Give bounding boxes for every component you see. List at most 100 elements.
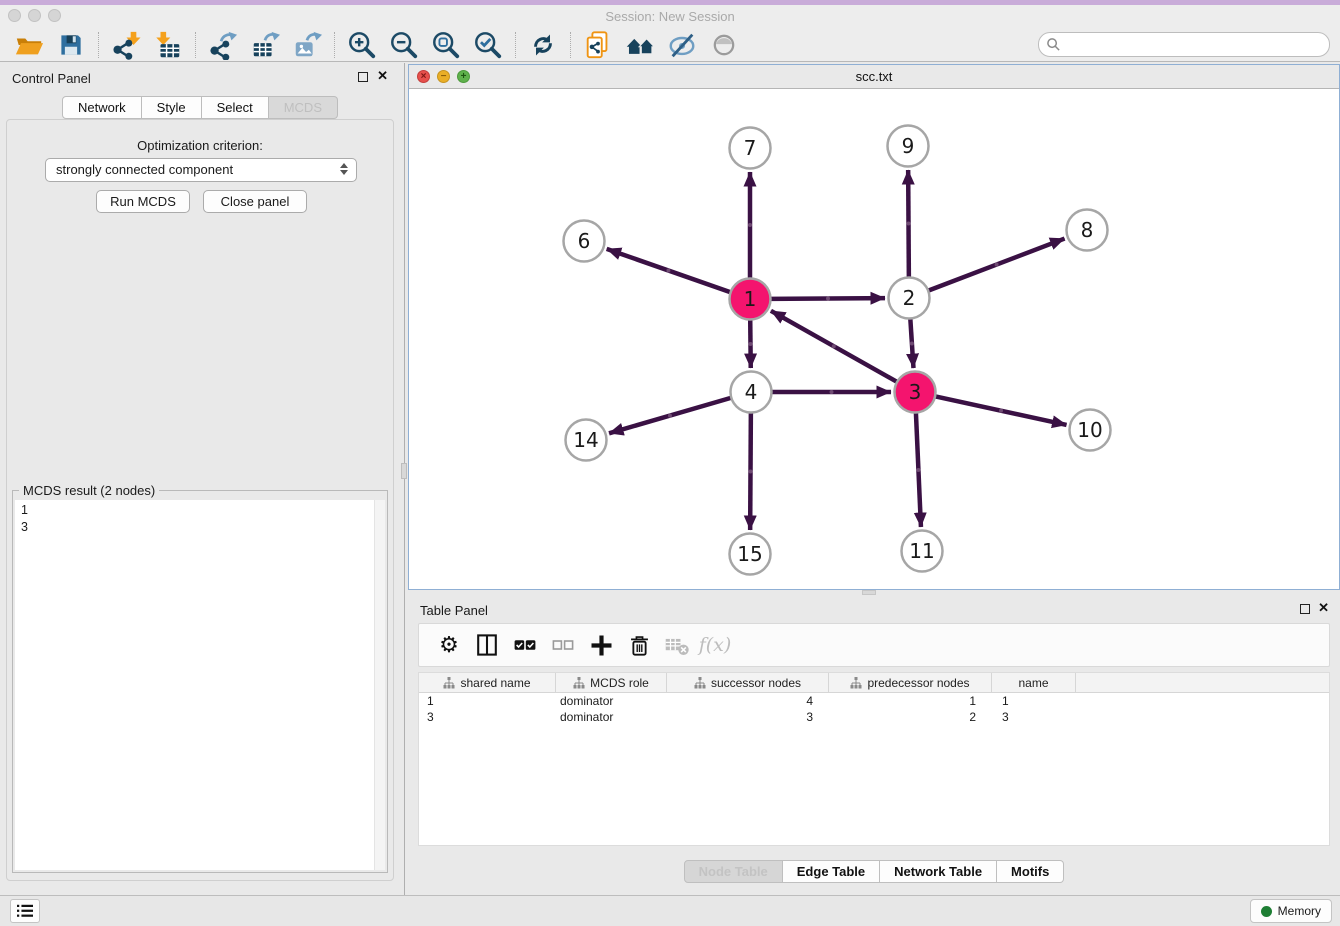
splitter-grip[interactable] bbox=[862, 590, 876, 595]
float-table-panel-button[interactable] bbox=[1300, 604, 1310, 614]
svg-text:9: 9 bbox=[902, 134, 915, 158]
tab-network-table[interactable]: Network Table bbox=[880, 860, 997, 883]
column-header-predecessor-nodes[interactable]: predecessor nodes bbox=[829, 673, 992, 692]
network-canvas[interactable]: 7 9 6 8 1 2 4 3 14 10 15 11 bbox=[409, 89, 1339, 589]
import-table-button[interactable] bbox=[153, 30, 183, 60]
delete-table-button[interactable] bbox=[663, 631, 691, 659]
graph-node-14[interactable]: 14 bbox=[566, 420, 607, 461]
titlebar[interactable]: Session: New Session bbox=[0, 5, 1340, 28]
column-header-shared-name[interactable]: shared name bbox=[419, 673, 556, 692]
column-header-mcds-role[interactable]: MCDS role bbox=[556, 673, 667, 692]
splitter-grip[interactable] bbox=[401, 463, 407, 479]
status-bar: Memory bbox=[0, 895, 1340, 926]
zoom-fit-icon bbox=[431, 30, 461, 60]
close-table-panel-button[interactable]: ✕ bbox=[1318, 601, 1329, 615]
edge-handle bbox=[910, 342, 914, 346]
trash-icon bbox=[628, 634, 651, 657]
cell-mcds-role[interactable]: dominator bbox=[556, 693, 667, 709]
zoom-in-button[interactable] bbox=[347, 30, 377, 60]
cell-successor-nodes[interactable]: 4 bbox=[667, 693, 829, 709]
graph-node-8[interactable]: 8 bbox=[1067, 210, 1108, 251]
graph-node-3[interactable]: 3 bbox=[895, 372, 936, 413]
search-input[interactable] bbox=[1038, 32, 1330, 57]
tab-select[interactable]: Select bbox=[202, 96, 269, 119]
table-row[interactable]: 1 dominator 4 1 1 bbox=[419, 693, 1329, 709]
memory-button[interactable]: Memory bbox=[1250, 899, 1332, 923]
column-header-successor-nodes[interactable]: successor nodes bbox=[667, 673, 829, 692]
graph-node-4[interactable]: 4 bbox=[731, 372, 772, 413]
network-view-window: × − + scc.txt 7 9 6 8 1 2 4 3 14 10 15 11 bbox=[408, 64, 1340, 590]
add-column-button[interactable] bbox=[587, 631, 615, 659]
tab-mcds[interactable]: MCDS bbox=[269, 96, 338, 119]
run-mcds-button[interactable]: Run MCDS bbox=[96, 190, 190, 213]
graph-node-15[interactable]: 15 bbox=[730, 534, 771, 575]
graph-node-2[interactable]: 2 bbox=[889, 278, 930, 319]
graph-node-9[interactable]: 9 bbox=[888, 126, 929, 167]
mcds-result-groupbox: MCDS result (2 nodes) 1 3 bbox=[12, 490, 388, 873]
network-file-button[interactable] bbox=[583, 30, 613, 60]
cell-predecessor-nodes[interactable]: 1 bbox=[829, 693, 992, 709]
attribute-type-icon bbox=[694, 677, 706, 689]
vertical-splitter[interactable] bbox=[400, 63, 408, 895]
session-title: Session: New Session bbox=[0, 9, 1340, 24]
table-row[interactable]: 3 dominator 3 2 3 bbox=[419, 709, 1329, 725]
cell-shared-name[interactable]: 1 bbox=[419, 693, 556, 709]
graph-node-11[interactable]: 11 bbox=[902, 531, 943, 572]
deselect-all-button[interactable] bbox=[549, 631, 577, 659]
network-window-titlebar[interactable]: × − + scc.txt bbox=[409, 65, 1339, 89]
gear-icon: ⚙ bbox=[439, 631, 459, 659]
task-history-button[interactable] bbox=[10, 899, 40, 923]
save-session-button[interactable] bbox=[56, 30, 86, 60]
cell-name[interactable]: 3 bbox=[992, 709, 1076, 725]
tab-edge-table[interactable]: Edge Table bbox=[783, 860, 880, 883]
float-panel-button[interactable] bbox=[358, 72, 368, 82]
home-button[interactable] bbox=[625, 30, 655, 60]
export-table-button[interactable] bbox=[250, 30, 280, 60]
show-eye-button[interactable] bbox=[709, 30, 739, 60]
export-image-button[interactable] bbox=[292, 30, 322, 60]
hide-glasses-button[interactable] bbox=[667, 30, 697, 60]
zoom-fit-button[interactable] bbox=[431, 30, 461, 60]
tab-network[interactable]: Network bbox=[62, 96, 142, 119]
node-table[interactable]: shared name MCDS role successor nodes pr… bbox=[418, 672, 1330, 846]
select-all-button[interactable] bbox=[511, 631, 539, 659]
refresh-layout-button[interactable] bbox=[528, 30, 558, 60]
graph-node-7[interactable]: 7 bbox=[730, 128, 771, 169]
open-session-button[interactable] bbox=[14, 30, 44, 60]
zoom-selected-button[interactable] bbox=[473, 30, 503, 60]
graph-node-10[interactable]: 10 bbox=[1070, 410, 1111, 451]
export-network-button[interactable] bbox=[208, 30, 238, 60]
network-graph[interactable]: 7 9 6 8 1 2 4 3 14 10 15 11 bbox=[409, 89, 1339, 589]
plus-icon bbox=[589, 633, 614, 658]
function-builder-button[interactable]: f(x) bbox=[701, 631, 729, 659]
show-columns-button[interactable] bbox=[473, 631, 501, 659]
optimization-criterion-select[interactable]: strongly connected component bbox=[45, 158, 357, 182]
cell-successor-nodes[interactable]: 3 bbox=[667, 709, 829, 725]
tab-node-table[interactable]: Node Table bbox=[684, 860, 783, 883]
svg-text:11: 11 bbox=[909, 539, 934, 563]
tab-motifs[interactable]: Motifs bbox=[997, 860, 1064, 883]
cell-predecessor-nodes[interactable]: 2 bbox=[829, 709, 992, 725]
cell-mcds-role[interactable]: dominator bbox=[556, 709, 667, 725]
import-network-button[interactable] bbox=[111, 30, 141, 60]
cell-shared-name[interactable]: 3 bbox=[419, 709, 556, 725]
zoom-selected-icon bbox=[473, 30, 503, 60]
tab-style[interactable]: Style bbox=[142, 96, 202, 119]
zoom-out-button[interactable] bbox=[389, 30, 419, 60]
edge-handle bbox=[999, 409, 1003, 413]
cell-name[interactable]: 1 bbox=[992, 693, 1076, 709]
close-panel-button[interactable]: ✕ bbox=[377, 69, 388, 83]
close-panel-button2[interactable]: Close panel bbox=[203, 190, 307, 213]
result-scrollbar[interactable] bbox=[374, 500, 385, 870]
column-header-name[interactable]: name bbox=[992, 673, 1076, 692]
toolbar-separator bbox=[334, 32, 335, 58]
edge-handle bbox=[748, 342, 752, 346]
graph-node-6[interactable]: 6 bbox=[564, 221, 605, 262]
graph-node-1[interactable]: 1 bbox=[730, 279, 771, 320]
table-mode-button[interactable]: ⚙ bbox=[435, 631, 463, 659]
edge-handle bbox=[666, 268, 670, 272]
mcds-result-area[interactable]: 1 3 bbox=[15, 500, 385, 870]
delete-columns-button[interactable] bbox=[625, 631, 653, 659]
zoom-in-icon bbox=[347, 30, 377, 60]
svg-text:15: 15 bbox=[737, 542, 762, 566]
